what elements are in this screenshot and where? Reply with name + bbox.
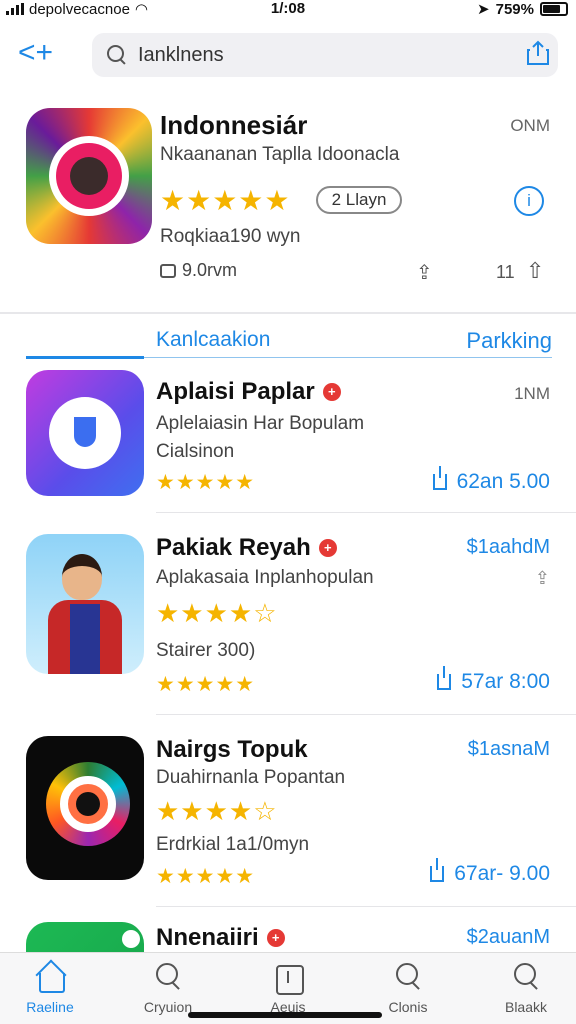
app-category: Cialsinon bbox=[156, 441, 235, 462]
app-icon[interactable] bbox=[26, 736, 144, 880]
plus-badge-icon: + bbox=[322, 383, 341, 401]
list-item[interactable]: Pakiak Reyah + $1aahdM Aplakasaia Inplan… bbox=[0, 532, 576, 702]
featured-rating-pill[interactable]: 2 Llayn bbox=[316, 186, 402, 214]
search-icon bbox=[152, 961, 184, 993]
location-icon: ➤ bbox=[477, 1, 490, 18]
get-price: 67ar- 9.00 bbox=[454, 862, 550, 885]
search-icon bbox=[510, 961, 542, 993]
app-price: $2auanM bbox=[466, 926, 550, 948]
app-title-text: Nairgs Topuk bbox=[156, 736, 308, 763]
app-reviews: Erdrkial 1a1/0myn bbox=[156, 834, 310, 855]
tab-label: Raeline bbox=[26, 999, 74, 1015]
get-button[interactable]: 67ar- 9.00 bbox=[430, 858, 550, 886]
bookmark-icon[interactable]: ⇧ bbox=[526, 258, 544, 284]
featured-app-size: ONM bbox=[510, 116, 550, 135]
app-size: 1NM bbox=[514, 384, 550, 403]
get-price: 62an 5.00 bbox=[456, 470, 550, 493]
battery-icon bbox=[540, 2, 568, 16]
tab-label: Cryuion bbox=[143, 999, 193, 1015]
featured-app[interactable]: Indonnesiár ONM Nkaananan Taplla Idoonac… bbox=[0, 92, 576, 312]
app-title: Nairgs Topuk bbox=[156, 736, 308, 764]
share-count: 11 bbox=[496, 262, 515, 282]
list-item[interactable]: Nnenaiiri + $2auanM bbox=[0, 920, 576, 952]
app-title: Aplaisi Paplar + bbox=[156, 378, 341, 406]
row-divider bbox=[156, 714, 576, 715]
tab-label: Blaakk bbox=[504, 999, 548, 1015]
share-icon bbox=[437, 666, 452, 690]
tab-apps[interactable]: Aeuis bbox=[238, 961, 338, 1015]
app-description: Aplelaiasin Har Bopulam bbox=[156, 413, 365, 434]
comment-icon bbox=[160, 263, 176, 278]
app-icon-glyph bbox=[74, 417, 96, 447]
app-icon[interactable] bbox=[26, 370, 144, 496]
app-rating-stars-large: ★★★★☆ bbox=[156, 796, 278, 826]
plus-badge-icon: + bbox=[318, 539, 337, 557]
app-title-text: Nnenaiiri bbox=[156, 924, 259, 951]
share-icon bbox=[430, 858, 445, 882]
status-right: ➤ 759% bbox=[477, 0, 568, 18]
app-title-text: Aplaisi Paplar bbox=[156, 378, 315, 405]
featured-comments[interactable]: 9.0rvm bbox=[160, 260, 237, 281]
app-description: Aplakasaia Inplanhopulan bbox=[156, 567, 374, 588]
tab-search[interactable]: Cryuion bbox=[118, 961, 218, 1015]
share-icon[interactable] bbox=[526, 40, 550, 66]
app-title-text: Pakiak Reyah bbox=[156, 534, 311, 561]
row-divider bbox=[156, 906, 576, 907]
list-item[interactable]: Nairgs Topuk $1asnaM Duahirnanla Popanta… bbox=[0, 734, 576, 904]
featured-reviews: Roqkiaa190 wyn bbox=[160, 226, 301, 247]
tab-right[interactable]: Parkking bbox=[466, 328, 552, 354]
tab-left[interactable]: Kanlcaakion bbox=[156, 328, 270, 352]
app-icon-pupil bbox=[76, 792, 100, 816]
search-icon bbox=[392, 961, 424, 993]
avatar-vest bbox=[70, 604, 100, 674]
app-title: Pakiak Reyah + bbox=[156, 534, 337, 562]
featured-app-subtitle: Nkaananan Taplla Idoonacla bbox=[160, 144, 400, 165]
app-price: $1aahdM bbox=[466, 536, 550, 558]
tab-label: Clonis bbox=[388, 999, 428, 1015]
app-price: $1asnaM bbox=[467, 738, 550, 760]
avatar-head bbox=[62, 554, 102, 600]
share-icon bbox=[432, 466, 447, 490]
featured-app-title: Indonnesiár bbox=[160, 110, 308, 140]
back-button[interactable]: <+ bbox=[18, 38, 53, 68]
get-price: 57ar 8:00 bbox=[461, 670, 550, 693]
tab-home[interactable]: Raeline bbox=[0, 961, 100, 1015]
apps-icon bbox=[272, 961, 304, 995]
app-rating-stars: ★★★★★ bbox=[156, 865, 256, 888]
app-icon[interactable] bbox=[26, 534, 144, 674]
get-button[interactable]: 62an 5.00 bbox=[432, 466, 550, 494]
tab-blaakk[interactable]: Blaakk bbox=[476, 961, 576, 1015]
status-bar: depolvecacnoe ◠ 1/:08 ➤ 759% bbox=[0, 0, 576, 20]
home-indicator bbox=[188, 1012, 382, 1018]
app-rating-stars: ★★★★★ bbox=[156, 673, 256, 696]
featured-app-icon[interactable] bbox=[26, 108, 152, 244]
app-title: Nnenaiiri + bbox=[156, 924, 285, 952]
row-divider bbox=[156, 512, 576, 513]
section-divider bbox=[0, 312, 576, 314]
app-rating-stars-large: ★★★★☆ bbox=[156, 598, 278, 628]
get-button[interactable]: 57ar 8:00 bbox=[437, 666, 550, 694]
comment-count: 9.0rvm bbox=[182, 260, 238, 280]
tab-active-indicator bbox=[26, 356, 144, 359]
app-description: Duahirnanla Popantan bbox=[156, 767, 346, 788]
app-icon[interactable] bbox=[26, 922, 144, 952]
plus-badge-icon: + bbox=[266, 929, 285, 947]
app-icon-circle bbox=[122, 930, 140, 948]
tab-clonis[interactable]: Clonis bbox=[358, 961, 458, 1015]
home-icon bbox=[34, 961, 66, 993]
app-reviews: Stairer 300) bbox=[156, 640, 256, 661]
search-header: <+ bbox=[0, 30, 576, 82]
info-icon[interactable]: i bbox=[514, 186, 544, 216]
share-icon[interactable]: ⇪ bbox=[535, 568, 550, 589]
share-icon[interactable]: ⇪ bbox=[416, 260, 433, 285]
featured-rating-stars: ★★★★★ bbox=[160, 185, 291, 216]
list-item[interactable]: Aplaisi Paplar + 1NM Aplelaiasin Har Bop… bbox=[0, 368, 576, 508]
search-bar[interactable] bbox=[92, 33, 558, 77]
search-input[interactable] bbox=[138, 43, 498, 67]
icon-lens bbox=[70, 157, 108, 195]
battery-percent: 759% bbox=[495, 0, 534, 18]
app-rating-stars: ★★★★★ bbox=[156, 471, 256, 494]
search-icon bbox=[106, 44, 128, 66]
